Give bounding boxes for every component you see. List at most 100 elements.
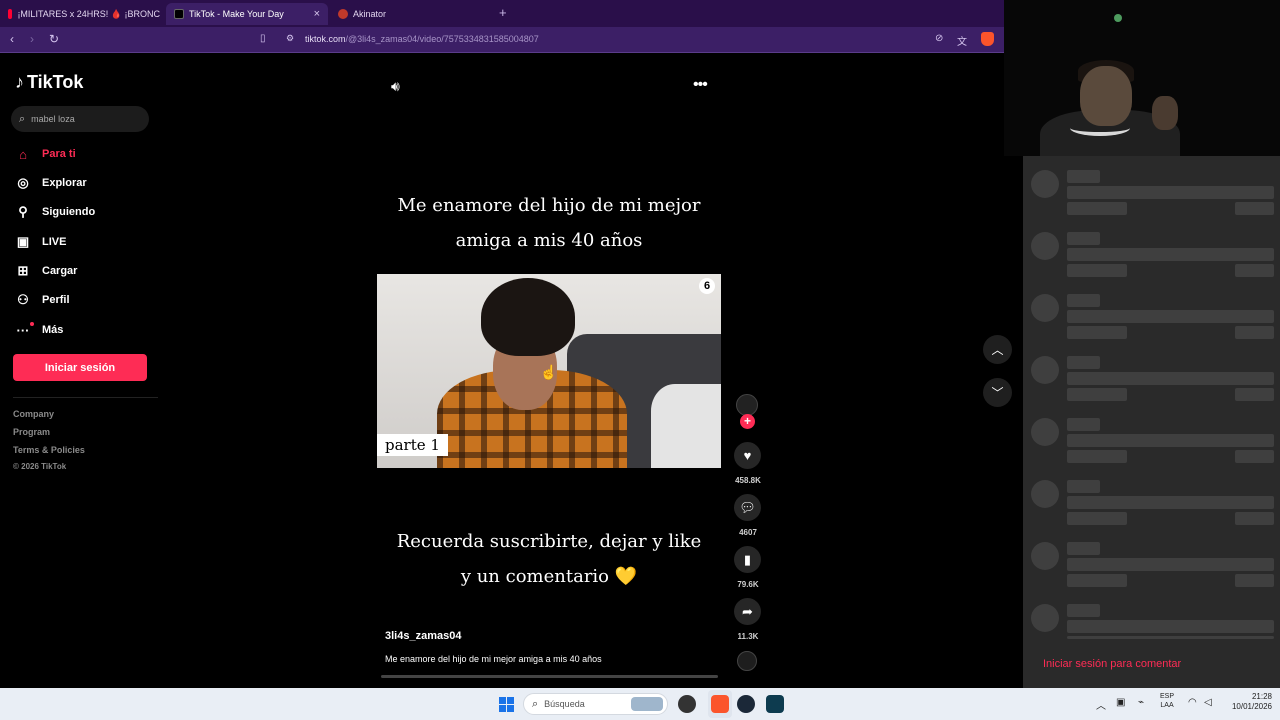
volume-icon[interactable]: 🔊︎ xyxy=(391,78,400,95)
clock-time: 21:28 xyxy=(1251,692,1272,701)
more-icon: ··· xyxy=(16,322,30,338)
like-button[interactable]: ♥ xyxy=(734,442,761,469)
sidebar-item-explorar[interactable]: ◎ Explorar xyxy=(15,173,86,193)
tab-youtube[interactable]: ¡MILITARES x 24HRS! 🩸 ¡BRONC xyxy=(0,3,160,25)
upload-icon: ⊞ xyxy=(17,263,29,278)
chevron-down-icon: ﹀ xyxy=(991,386,1004,400)
tray-mic-icon[interactable]: ⌁ xyxy=(1138,697,1144,708)
close-tab-icon[interactable]: × xyxy=(314,8,320,20)
comment-button[interactable]: 💬︎ xyxy=(734,494,761,521)
skeleton-avatar xyxy=(1031,294,1059,322)
tab-tiktok[interactable]: TikTok - Make Your Day × xyxy=(166,3,328,25)
caption-line: Recuerda suscribirte, dejar y like xyxy=(396,531,702,552)
skeleton-bar xyxy=(1067,356,1100,369)
skeleton-avatar xyxy=(1031,542,1059,570)
taskbar-app-game-icon[interactable] xyxy=(766,695,784,713)
video-author[interactable]: 3li4s_zamas04 xyxy=(385,630,461,642)
url-field[interactable]: tiktok.com/@3li4s_zamas04/video/75753348… xyxy=(305,34,539,44)
sidebar-item-label: Para ti xyxy=(42,148,76,160)
new-tab-button[interactable]: + xyxy=(499,5,507,20)
tab-label: Akinator xyxy=(353,9,387,19)
media-muted-icon[interactable]: ⊘ xyxy=(935,33,943,44)
tab-label: TikTok - Make Your Day xyxy=(189,9,284,19)
skeleton-bar xyxy=(1067,496,1274,509)
sidebar-item-siguiendo[interactable]: ⚲ Siguiendo xyxy=(15,202,95,222)
skeleton-bar xyxy=(1067,542,1100,555)
following-icon: ⚲ xyxy=(18,204,28,219)
taskbar-search-placeholder: Búsqueda xyxy=(544,699,585,709)
tab-akinator[interactable]: Akinator xyxy=(330,3,490,25)
skeleton-bar xyxy=(1067,574,1127,587)
caption-line: y un comentario 💛 xyxy=(460,566,638,587)
skeleton-bar xyxy=(1067,604,1100,617)
skeleton-bar xyxy=(1067,232,1100,245)
skeleton-bar xyxy=(1235,264,1274,277)
lang-line: LAA xyxy=(1160,702,1174,709)
footer-link-program[interactable]: Program xyxy=(13,427,50,437)
brave-shield-icon[interactable] xyxy=(981,32,994,46)
save-button[interactable]: ▮ xyxy=(734,546,761,573)
sidebar-item-label: Siguiendo xyxy=(42,206,96,218)
video-caption-top: Me enamore del hijo de mi mejor amiga a … xyxy=(377,188,721,258)
footer-link-company[interactable]: Company xyxy=(13,409,54,419)
comment-skeleton xyxy=(1023,170,1280,232)
language-indicator[interactable]: ESP LAA xyxy=(1160,692,1174,710)
caption-line: Me enamore del hijo de mi mejor xyxy=(397,195,701,216)
share-button[interactable]: ➦ xyxy=(734,598,761,625)
skeleton-avatar xyxy=(1031,356,1059,384)
webcam-face xyxy=(1080,66,1132,126)
search-input[interactable]: ⌕ mabel loza xyxy=(11,106,149,132)
next-video-button[interactable]: ﹀ xyxy=(983,378,1012,407)
sound-avatar[interactable] xyxy=(737,651,757,671)
speaker-icon[interactable]: ◁ xyxy=(1204,697,1212,708)
skeleton-bar xyxy=(1067,310,1274,323)
url-path: /@3li4s_zamas04/video/757533483158500480… xyxy=(345,34,539,44)
wifi-icon[interactable]: ◠ xyxy=(1188,697,1197,708)
back-icon[interactable]: ‹ xyxy=(10,32,14,46)
login-button[interactable]: Iniciar sesión xyxy=(13,354,147,381)
tiktok-note-icon: ♪ xyxy=(15,72,24,92)
skeleton-avatar xyxy=(1031,604,1059,632)
login-to-comment-link[interactable]: Iniciar sesión para comentar xyxy=(1043,658,1181,670)
channel-logo-icon: 6 xyxy=(699,278,715,294)
tiktok-logo[interactable]: ♪ TikTok xyxy=(15,72,83,93)
taskbar-app-obs-icon[interactable] xyxy=(678,695,696,713)
bookmark-icon[interactable]: ▯ xyxy=(260,33,266,44)
forward-icon[interactable]: › xyxy=(30,32,34,46)
skeleton-bar xyxy=(1067,512,1127,525)
sidebar-item-live[interactable]: ▣ LIVE xyxy=(15,232,67,252)
site-info-icon[interactable]: ⚙ xyxy=(286,33,294,44)
reload-icon[interactable]: ↻ xyxy=(49,32,59,46)
comments-panel xyxy=(1023,156,1280,688)
footer-link-terms[interactable]: Terms & Policies xyxy=(13,445,85,455)
sidebar-item-perfil[interactable]: ⚇ Perfil xyxy=(15,290,69,310)
skeleton-bar xyxy=(1235,450,1274,463)
video-progress-bar[interactable] xyxy=(381,675,718,678)
taskbar-search[interactable]: ⌕ Búsqueda xyxy=(523,693,668,715)
taskbar-app-brave-icon[interactable] xyxy=(711,695,729,713)
skeleton-bar xyxy=(1067,480,1100,493)
previous-video-button[interactable]: ︿ xyxy=(983,335,1012,364)
skeleton-bar xyxy=(1067,186,1274,199)
tray-app-icon[interactable]: ▣ xyxy=(1116,697,1125,708)
skeleton-bar xyxy=(1235,326,1274,339)
sidebar-item-cargar[interactable]: ⊞ Cargar xyxy=(15,261,78,281)
taskbar-app-steam-icon[interactable] xyxy=(737,695,755,713)
sidebar-item-para-ti[interactable]: ⌂ Para ti xyxy=(15,144,76,164)
tray-chevron-icon[interactable]: ︿ xyxy=(1096,697,1106,712)
skeleton-bar xyxy=(1067,202,1127,215)
search-highlight-icon xyxy=(631,697,663,711)
comment-skeleton xyxy=(1023,480,1280,542)
follow-plus-icon[interactable]: + xyxy=(740,414,755,429)
more-options-icon[interactable]: ••• xyxy=(693,76,708,94)
translate-icon[interactable]: 文 xyxy=(957,33,967,48)
mouse-cursor-icon: ☝ xyxy=(540,364,558,380)
sidebar-item-mas[interactable]: ··· Más xyxy=(15,320,64,340)
windows-start-icon[interactable] xyxy=(499,697,514,712)
akinator-icon xyxy=(338,9,348,19)
creator-avatar[interactable] xyxy=(736,394,758,416)
skeleton-bar xyxy=(1067,558,1274,571)
system-clock[interactable]: 21:28 10/01/2026 xyxy=(1222,692,1272,712)
skeleton-avatar xyxy=(1031,170,1059,198)
tab-label: ¡MILITARES x 24HRS! 🩸 ¡BRONC xyxy=(17,8,160,19)
